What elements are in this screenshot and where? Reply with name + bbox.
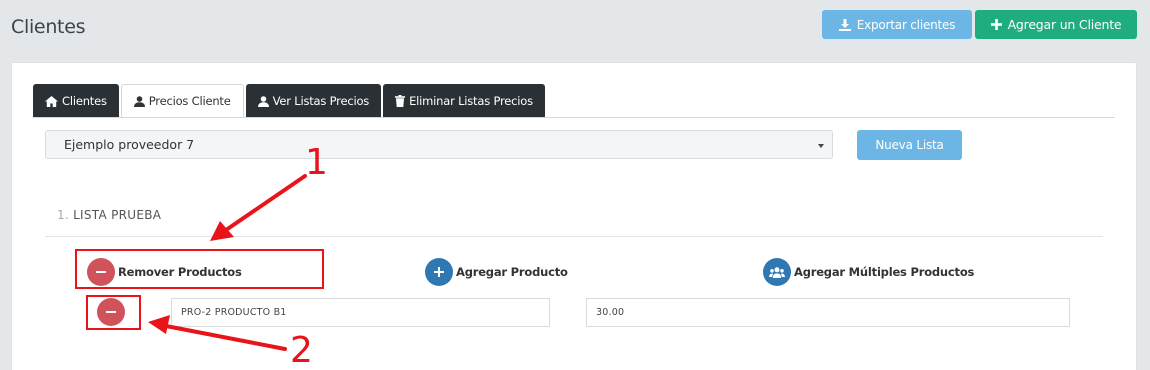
arrow-1-line	[224, 174, 307, 232]
arrow-2-head	[148, 315, 170, 334]
annotation-number-1: 1	[305, 142, 328, 183]
annotation-arrows	[148, 174, 307, 351]
arrow-1-head	[210, 221, 234, 241]
arrow-2-line	[164, 324, 287, 351]
annotation-number-2: 2	[290, 330, 313, 370]
